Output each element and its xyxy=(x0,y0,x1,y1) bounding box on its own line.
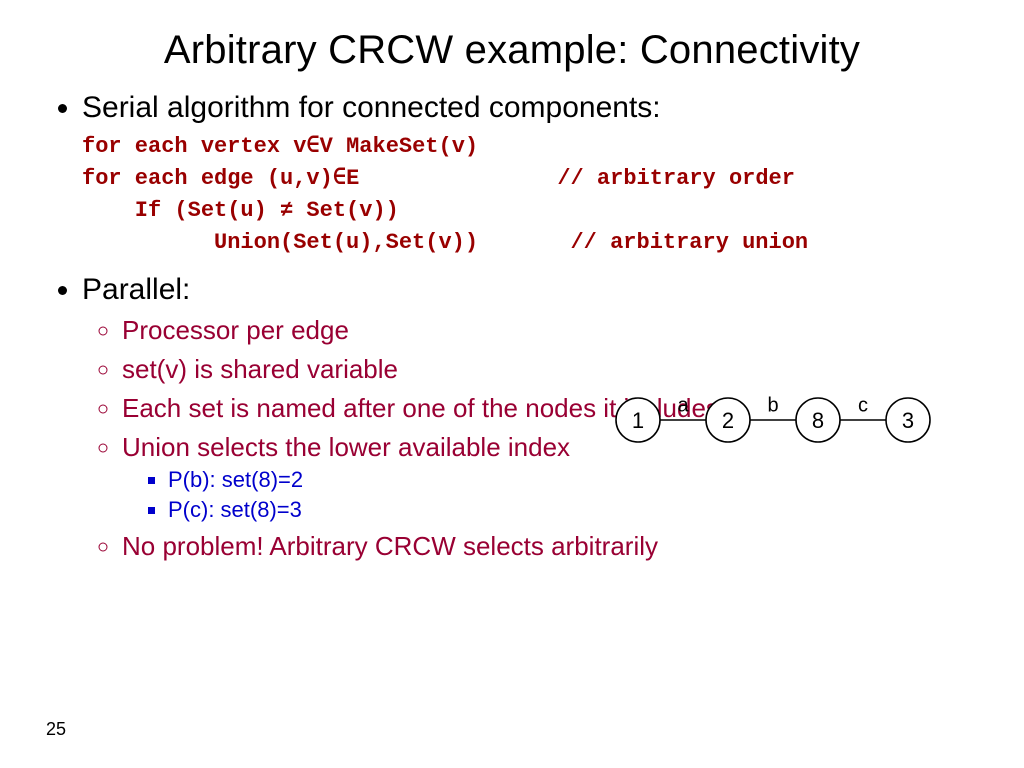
subsub-list: P(b): set(8)=2 P(c): set(8)=3 xyxy=(122,467,976,523)
subsub-pb: P(b): set(8)=2 xyxy=(168,467,976,493)
slide-title: Arbitrary CRCW example: Connectivity xyxy=(48,28,976,73)
bullet-parallel-label: Parallel: xyxy=(82,273,190,306)
slide: Arbitrary CRCW example: Connectivity Ser… xyxy=(0,0,1024,562)
node-2: 2 xyxy=(722,408,734,433)
code-block: for each vertex v∈V MakeSet(v) for each … xyxy=(82,131,976,259)
node-1: 1 xyxy=(632,408,644,433)
subsub-pc: P(c): set(8)=3 xyxy=(168,497,976,523)
bullet-list: Serial algorithm for connected component… xyxy=(48,91,976,125)
sub-shared: set(v) is shared variable xyxy=(122,354,976,385)
sub-union-label: Union selects the lower available index xyxy=(122,432,570,462)
edge-b: b xyxy=(767,394,778,416)
edge-c: c xyxy=(858,394,868,416)
graph-diagram: 1 2 8 3 a b c xyxy=(608,392,988,448)
page-number: 25 xyxy=(46,719,66,740)
node-4: 3 xyxy=(902,408,914,433)
edge-a: a xyxy=(677,394,689,416)
sub-proc: Processor per edge xyxy=(122,315,976,346)
bullet-serial: Serial algorithm for connected component… xyxy=(82,91,976,125)
node-3: 8 xyxy=(812,408,824,433)
sub-noprob: No problem! Arbitrary CRCW selects arbit… xyxy=(122,531,976,562)
